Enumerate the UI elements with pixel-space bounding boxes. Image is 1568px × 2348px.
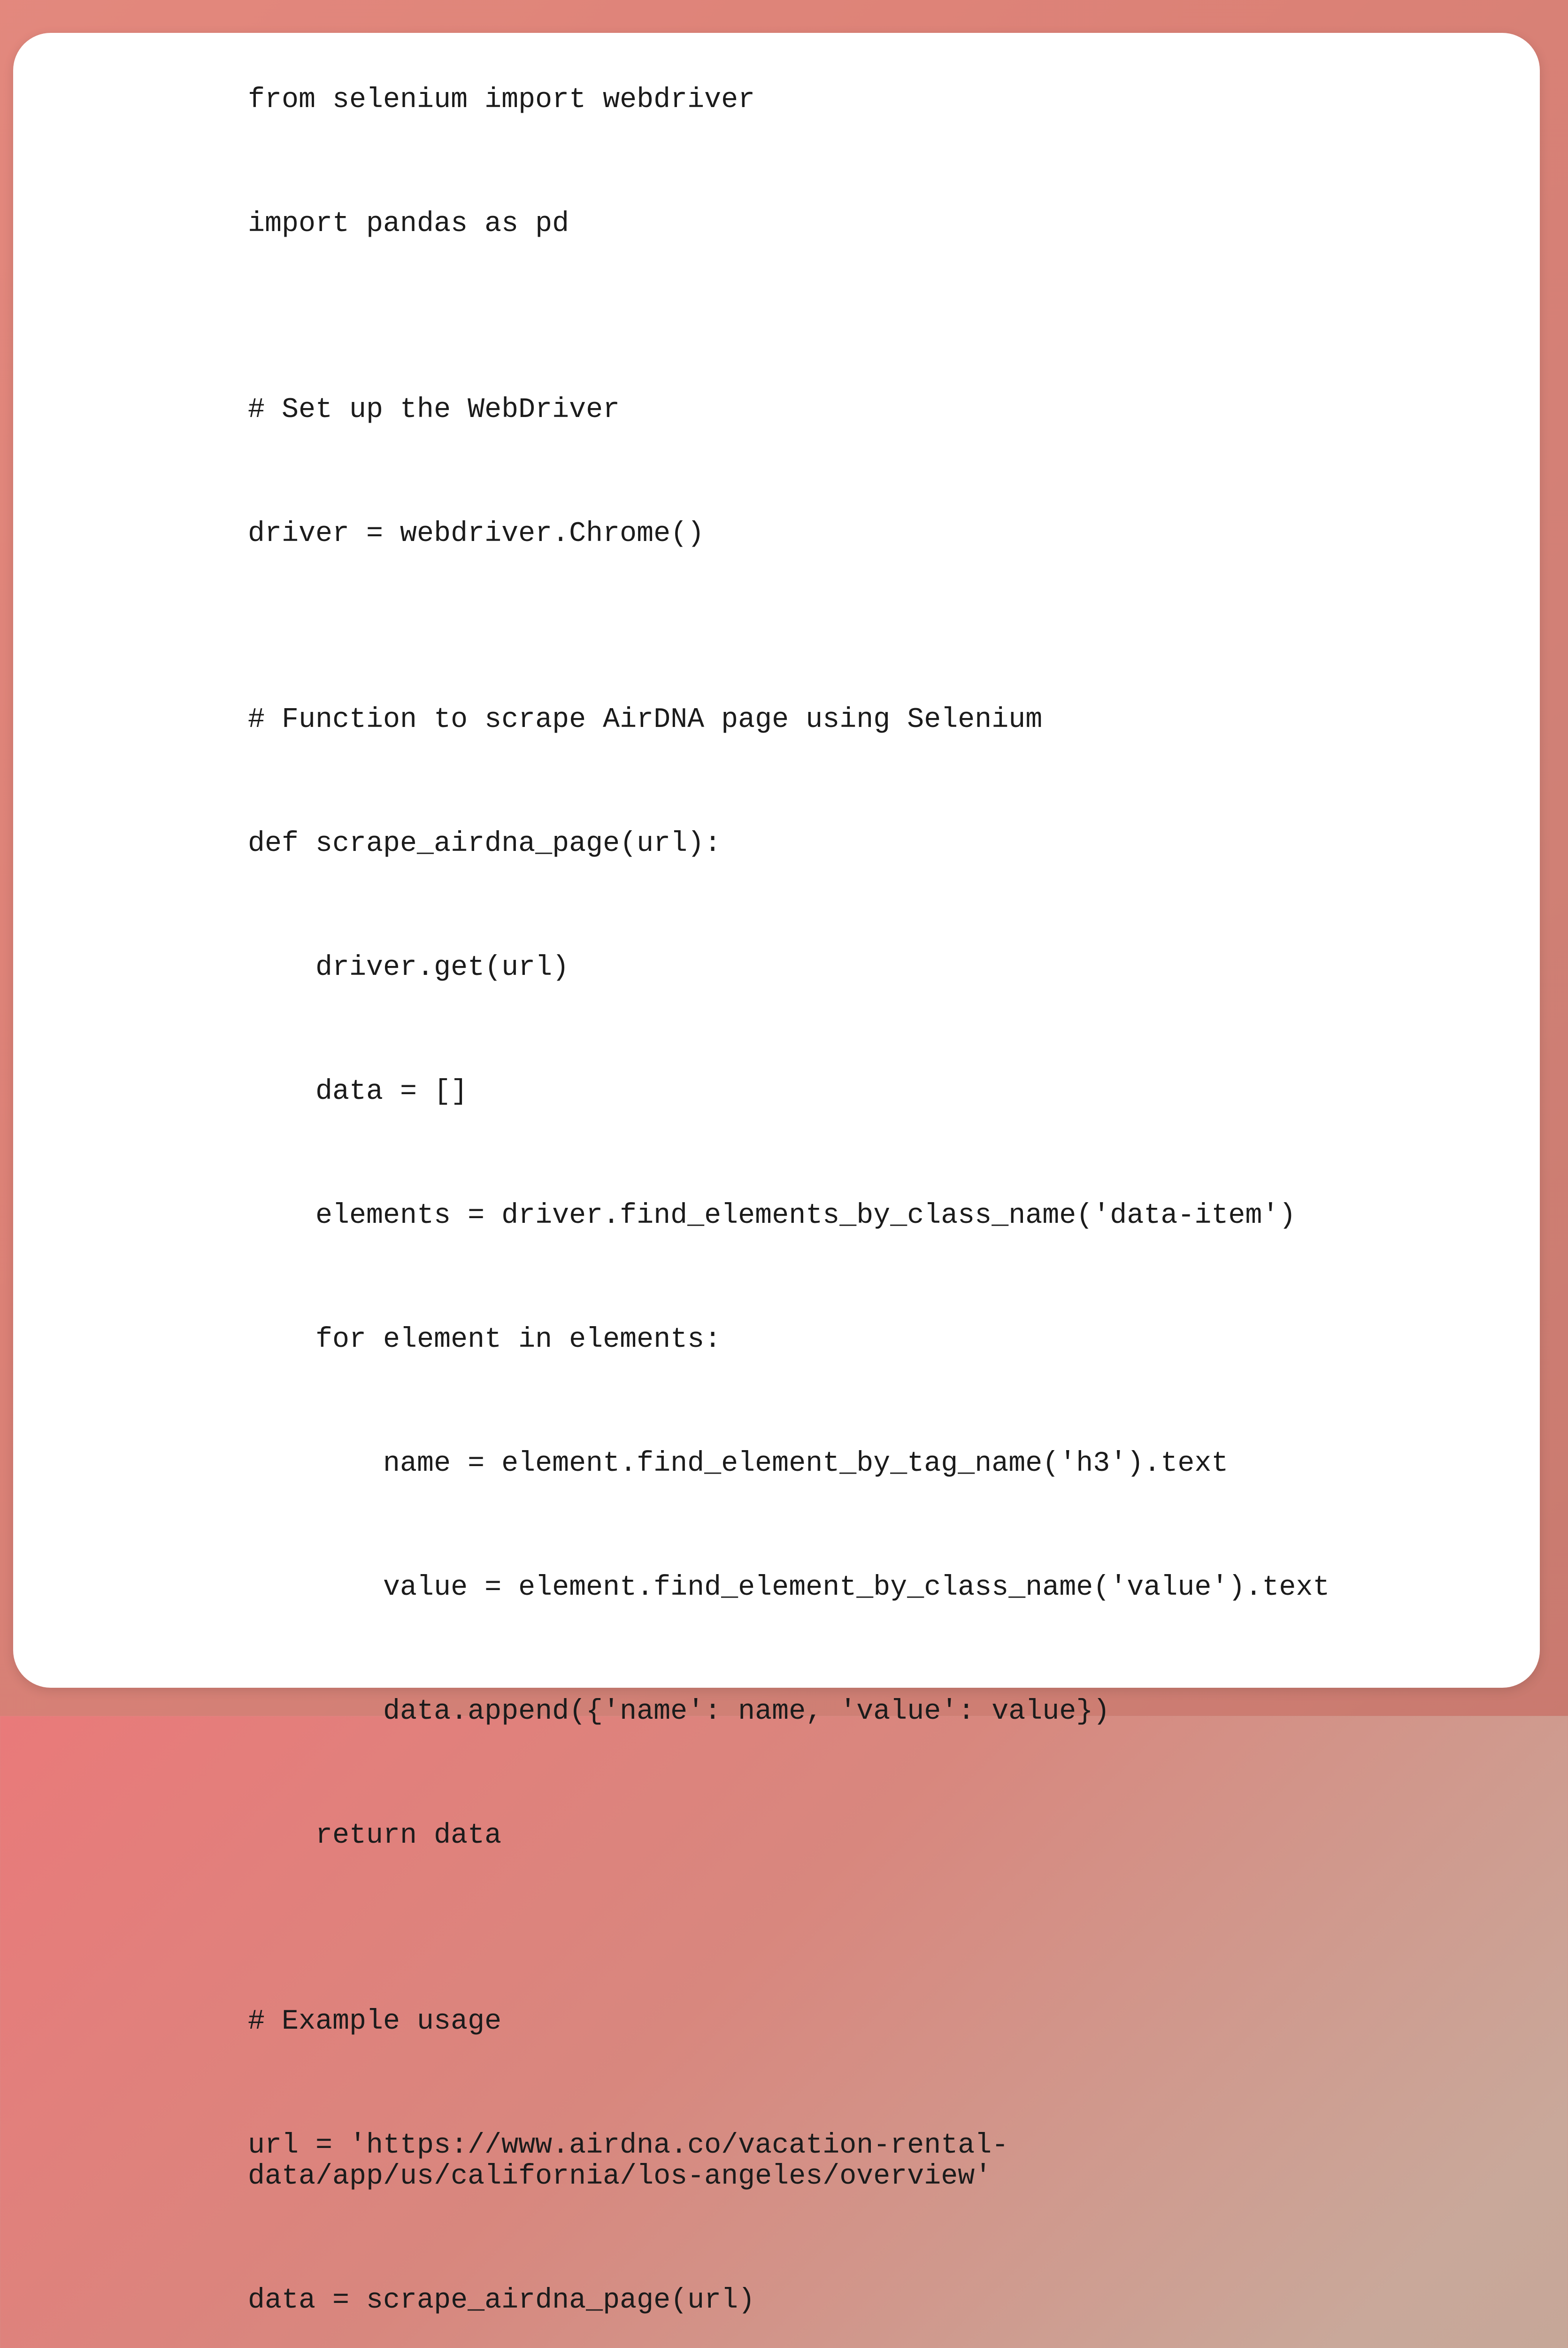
code-line: value = element.find_element_by_class_na…	[248, 1572, 1399, 1603]
code-line: driver = webdriver.Chrome()	[248, 518, 1399, 549]
code-line: def scrape_airdna_page(url):	[248, 828, 1399, 859]
code-line: url = 'https://www.airdna.co/vacation-re…	[248, 2130, 1399, 2192]
code-card: from selenium import webdriver import pa…	[13, 33, 1540, 1688]
code-block: from selenium import webdriver import pa…	[13, 85, 1540, 2348]
code-line: # Example usage	[248, 2006, 1399, 2037]
code-line: from selenium import webdriver	[248, 85, 1399, 116]
code-line: data = scrape_airdna_page(url)	[248, 2285, 1399, 2316]
code-line: # Set up the WebDriver	[248, 394, 1399, 425]
code-line: name = element.find_element_by_tag_name(…	[248, 1448, 1399, 1479]
code-line: data = []	[248, 1076, 1399, 1107]
code-line: return data	[248, 1820, 1399, 1851]
code-line: import pandas as pd	[248, 209, 1399, 239]
code-line: data.append({'name': name, 'value': valu…	[248, 1696, 1399, 1727]
code-line: # Function to scrape AirDNA page using S…	[248, 704, 1399, 735]
code-line: for element in elements:	[248, 1324, 1399, 1355]
code-line: elements = driver.find_elements_by_class…	[248, 1200, 1399, 1231]
page-background: from selenium import webdriver import pa…	[0, 0, 1568, 1716]
code-line: driver.get(url)	[248, 952, 1399, 983]
